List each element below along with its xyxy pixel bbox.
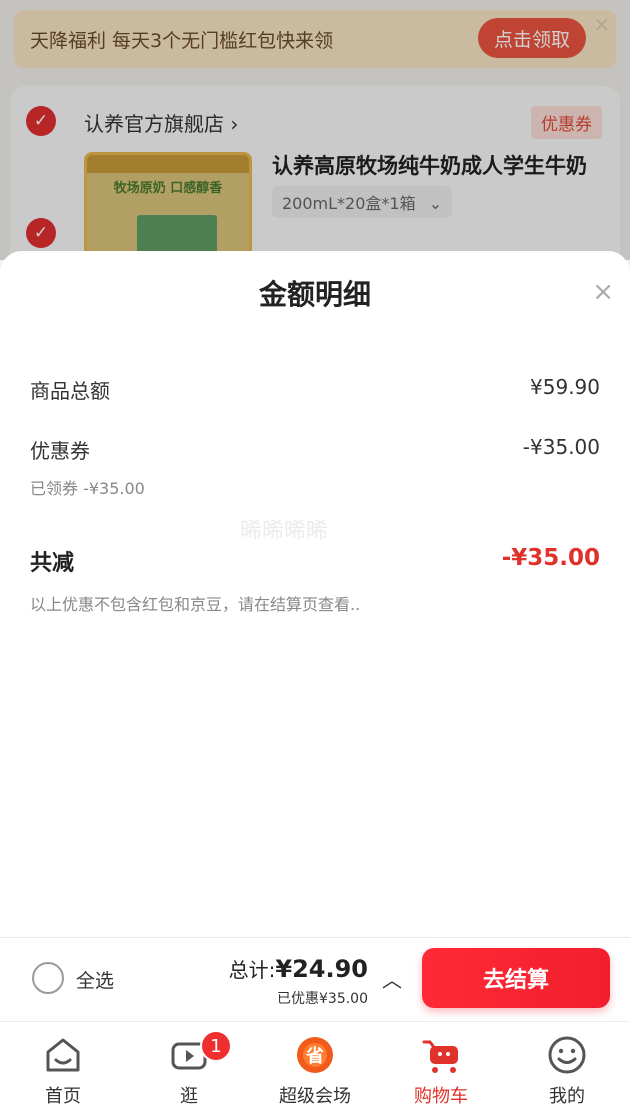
coupon-value: -¥35.00 <box>522 435 600 459</box>
tab-label: 逛 <box>180 1086 198 1107</box>
close-icon[interactable]: × <box>592 277 614 307</box>
total-discount-label: 共减 <box>30 551 75 576</box>
tab-browse[interactable]: 1 逛 <box>126 1028 252 1116</box>
tab-label: 超级会场 <box>279 1086 351 1107</box>
coupon-claimed-label: 已领券 -¥35.00 <box>30 479 145 498</box>
super-venue-icon: 省 <box>297 1037 333 1073</box>
notification-badge: 1 <box>200 1030 232 1062</box>
discount-summary: 已优惠¥35.00 <box>277 991 368 1007</box>
tab-label: 我的 <box>549 1086 585 1107</box>
svg-text:省: 省 <box>305 1045 324 1067</box>
cart-icon <box>422 1040 458 1073</box>
checkout-bar: 全选 总计:¥24.90 已优惠¥35.00 ︿ 去结算 <box>0 937 630 1021</box>
watermark: 晞晞晞晞 <box>240 519 329 544</box>
home-icon <box>46 1038 80 1072</box>
chevron-up-icon[interactable]: ︿ <box>382 964 402 993</box>
discount-note: 以上优惠不包含红包和京豆，请在结算页查看.. <box>30 595 361 614</box>
total-price: 总计:¥24.90 <box>229 954 368 983</box>
subtotal-label: 商品总额 <box>30 379 110 403</box>
tab-home[interactable]: 首页 <box>0 1028 126 1116</box>
total-discount-value: -¥35.00 <box>501 545 600 571</box>
subtotal-value: ¥59.90 <box>530 375 600 399</box>
tab-bar: 首页 1 逛 省 超级会场 购物车 我的 <box>0 1021 630 1119</box>
tab-label: 首页 <box>45 1086 81 1107</box>
checkout-button[interactable]: 去结算 <box>422 948 610 1008</box>
tab-cart[interactable]: 购物车 <box>378 1028 504 1116</box>
total-prefix: 总计: <box>228 958 276 982</box>
select-all-checkbox[interactable] <box>32 962 64 994</box>
smile-face-icon <box>548 1036 586 1074</box>
tab-super-venue[interactable]: 省 超级会场 <box>252 1028 378 1116</box>
overlay-scrim[interactable] <box>0 0 630 260</box>
tab-label: 购物车 <box>414 1086 468 1107</box>
coupon-label: 优惠券 <box>30 439 90 463</box>
sheet-title: 金额明细 <box>258 278 371 311</box>
tab-mine[interactable]: 我的 <box>504 1028 630 1116</box>
total-amount: ¥24.90 <box>275 955 368 983</box>
select-all-label[interactable]: 全选 <box>76 966 114 993</box>
amount-detail-sheet: 金额明细 × 商品总额 ¥59.90 优惠券 -¥35.00 已领券 -¥35.… <box>0 251 630 937</box>
